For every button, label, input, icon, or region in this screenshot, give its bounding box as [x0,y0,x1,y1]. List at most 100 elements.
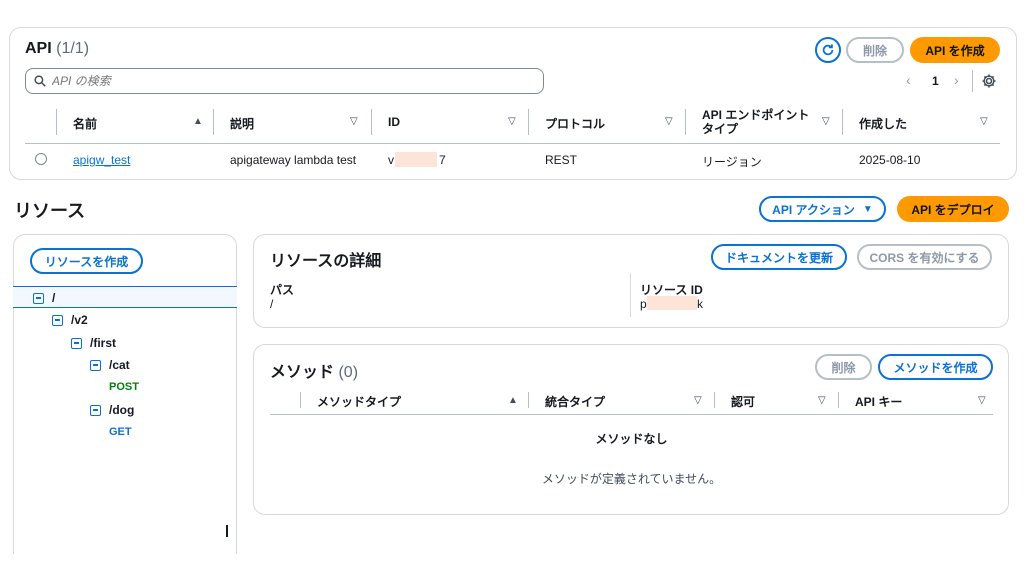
sort-icon[interactable]: ▽ [694,395,702,406]
pagination: ‹ 1 › [902,72,972,90]
api-gateway-console: API (1/1) 削除 API を作成 ‹ 1 › 名前 ▲ 説明 [0,0,1024,576]
refresh-icon [822,44,834,56]
table-header-divider [25,143,1000,144]
tree-item-root[interactable]: / [33,291,55,305]
sort-ascending-icon[interactable]: ▲ [508,395,518,406]
sort-icon[interactable]: ▽ [980,116,988,127]
tree-item-label: /v2 [71,313,88,327]
caret-down-icon: ▼ [862,203,873,215]
column-divider [842,109,843,135]
column-divider [528,109,529,135]
path-label: パス [270,283,295,297]
panel-resize-handle[interactable] [226,525,228,537]
tree-item-label: /first [90,336,117,350]
tree-item-v2[interactable]: /v2 [52,313,88,327]
api-created-date: 2025-08-10 [859,153,921,167]
sort-icon[interactable]: ▽ [350,116,358,127]
empty-state-title: メソッドなし [595,432,668,446]
column-divider [213,109,214,135]
api-name-link[interactable]: apigw_test [73,153,130,167]
api-title-text: API [25,40,52,57]
api-description: apigateway lambda test [230,153,357,167]
column-divider [56,109,57,135]
column-divider [528,392,529,408]
col-header-api-key[interactable]: API キー [855,393,902,410]
pagination-divider [972,70,973,92]
tree-item-label: / [52,291,56,305]
sort-icon[interactable]: ▽ [978,395,986,406]
col-header-method-type[interactable]: メソッドタイプ [317,393,401,410]
col-header-name[interactable]: 名前 [73,115,97,132]
prev-page-icon[interactable]: ‹ [906,72,911,88]
col-header-authorization[interactable]: 認可 [731,393,755,410]
create-api-button[interactable]: API を作成 [910,37,1000,63]
update-documentation-button[interactable]: ドキュメントを更新 [711,244,847,270]
resource-details-title: リソースの詳細 [270,253,382,270]
collapse-icon[interactable] [90,359,101,371]
gear-icon [982,74,996,88]
collapse-icon[interactable] [90,404,101,416]
tree-item-label: /cat [109,358,130,372]
tree-item-label: /dog [109,403,135,417]
tree-item-first[interactable]: /first [71,336,116,350]
sort-icon[interactable]: ▽ [818,395,826,406]
api-endpoint-type: リージョン [702,155,762,169]
col-header-created[interactable]: 作成した [859,115,907,132]
api-actions-dropdown[interactable]: API アクション ▼ [759,196,886,222]
path-value: / [270,297,274,311]
tree-method-post[interactable]: POST [109,381,139,393]
sort-icon[interactable]: ▽ [822,116,830,127]
refresh-button[interactable] [815,37,841,63]
tree-item-dog[interactable]: /dog [90,403,134,417]
column-divider [838,392,839,408]
tree-item-cat[interactable]: /cat [90,358,130,372]
api-search[interactable] [25,68,544,94]
details-divider [630,273,631,317]
create-method-button[interactable]: メソッドを作成 [878,354,993,380]
resources-heading: リソース [14,201,86,221]
resource-id-suffix: k [697,297,703,311]
api-list-title: API (1/1) [25,40,89,58]
empty-state-message: メソッドが定義されていません。 [541,472,722,486]
collapse-icon[interactable] [33,292,44,304]
table-header-divider [270,414,993,415]
column-divider [685,109,686,135]
sort-icon[interactable]: ▽ [665,116,673,127]
create-resource-button[interactable]: リソースを作成 [30,248,143,274]
col-header-description[interactable]: 説明 [230,115,254,132]
col-header-endpoint-type[interactable]: API エンドポイントタイプ [702,108,817,136]
methods-count: (0) [338,364,359,381]
enable-cors-button[interactable]: CORS を有効にする [857,244,992,270]
col-header-integration-type[interactable]: 統合タイプ [545,393,605,410]
api-id-prefix: v [388,153,394,167]
api-count: (1/1) [56,40,90,57]
methods-title: メソッド (0) [270,358,358,382]
next-page-icon[interactable]: › [954,72,959,88]
methods-title-text: メソッド [270,364,335,381]
column-divider [371,109,372,135]
column-divider [714,392,715,408]
collapse-icon[interactable] [71,337,82,349]
resource-id-prefix: p [640,297,647,311]
api-protocol: REST [545,153,578,167]
sort-ascending-icon[interactable]: ▲ [193,116,203,127]
tree-method-get[interactable]: GET [109,426,132,438]
api-delete-button[interactable]: 削除 [846,37,904,63]
redacted-mask [647,296,697,310]
col-header-protocol[interactable]: プロトコル [545,115,605,132]
row-radio[interactable] [35,153,47,165]
deploy-api-button[interactable]: API をデプロイ [897,196,1009,222]
col-header-id[interactable]: ID [388,115,400,129]
column-divider [300,392,301,408]
preferences-button[interactable] [981,73,997,89]
api-actions-label: API アクション [772,202,855,217]
resource-tree-panel [13,234,237,554]
method-delete-button[interactable]: 削除 [815,354,872,380]
api-search-input[interactable] [52,74,512,88]
page-number[interactable]: 1 [932,74,939,88]
sort-icon[interactable]: ▽ [508,116,516,127]
search-icon [34,75,46,87]
api-id-suffix: 7 [439,153,446,167]
redacted-mask [395,152,437,167]
collapse-icon[interactable] [52,314,63,326]
